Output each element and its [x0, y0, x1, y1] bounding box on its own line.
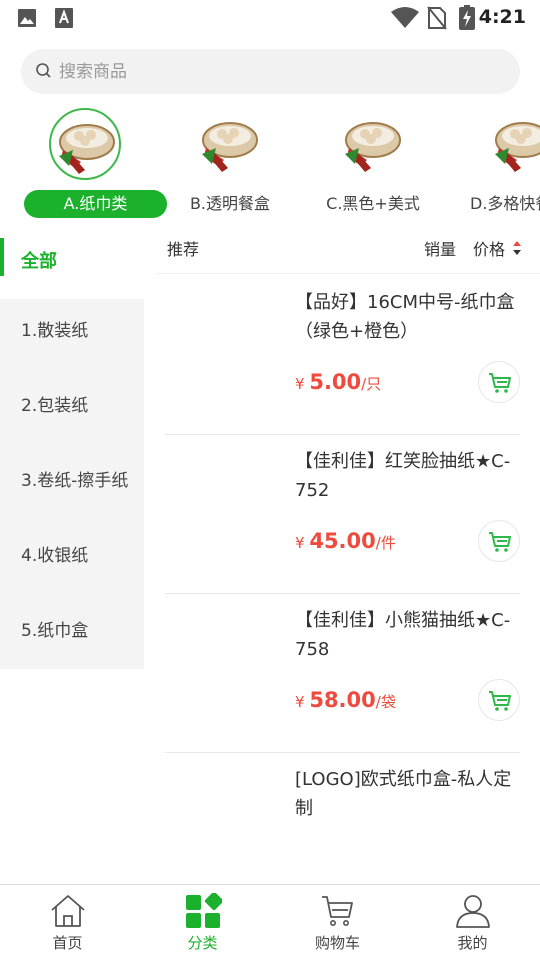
tab-label: 首页 — [52, 934, 83, 952]
sidebar-item-receipt-paper[interactable]: 4.收银纸 — [0, 519, 144, 594]
sort-sales[interactable]: 销量 — [424, 236, 456, 260]
sidebar-item-bulk-paper[interactable]: 1.散装纸 — [0, 294, 144, 369]
tab-category[interactable]: 分类 — [135, 885, 270, 961]
product-item[interactable]: 【佳利佳】红笑脸抽纸★C-752 ¥ 45.00/件 — [165, 435, 520, 594]
price-value: 58.00 — [309, 688, 376, 712]
product-name[interactable]: 【佳利佳】红笑脸抽纸★C-752 — [295, 447, 523, 505]
product-price: ¥ 58.00/袋 — [295, 688, 396, 712]
category-image — [337, 108, 409, 180]
tab-label: 我的 — [457, 934, 488, 952]
category-image — [49, 108, 121, 180]
tab-label: 分类 — [187, 934, 218, 952]
tab-home[interactable]: 首页 — [0, 885, 135, 961]
user-icon — [455, 895, 490, 928]
battery-charging-icon — [459, 5, 475, 34]
product-item[interactable]: 【品好】16CM中号-纸巾盒（绿色+橙色） ¥ 5.00/只 — [165, 276, 520, 435]
bottom-tab-bar: 首页 分类 购物车 我的 — [0, 884, 540, 960]
product-price: ¥ 45.00/件 — [295, 529, 396, 553]
price-currency: ¥ — [295, 693, 305, 711]
cart-icon — [489, 691, 511, 711]
status-bar: 4:21 — [0, 0, 540, 36]
category-strip[interactable]: A.纸巾类 B.透明餐盒 C.黑色+美式 D.多格快餐 — [0, 104, 540, 222]
sort-price[interactable]: 价格 — [473, 236, 505, 260]
category-item-a[interactable]: A.纸巾类 — [10, 104, 167, 222]
no-sim-icon — [427, 6, 447, 34]
cart-icon — [321, 896, 353, 926]
sidebar-item-roll-paper[interactable]: 3.卷纸-擦手纸 — [0, 444, 144, 519]
price-unit: /只 — [361, 375, 382, 393]
tab-cart[interactable]: 购物车 — [270, 885, 405, 961]
category-label: C.黑色+美式 — [326, 194, 420, 213]
sort-arrows-icon[interactable] — [512, 238, 522, 262]
add-to-cart-button[interactable] — [478, 361, 520, 403]
product-name[interactable]: 【品好】16CM中号-纸巾盒（绿色+橙色） — [295, 288, 523, 346]
sort-header: 推荐 销量 价格 — [157, 224, 540, 274]
category-label: D.多格快餐 — [470, 194, 540, 213]
category-icon — [185, 893, 222, 928]
sort-recommend[interactable]: 推荐 — [167, 236, 199, 260]
category-item-b[interactable]: B.透明餐盒 — [155, 104, 305, 222]
price-value: 5.00 — [309, 370, 362, 394]
wifi-icon — [391, 7, 419, 33]
status-time: 4:21 — [478, 6, 526, 28]
price-unit: /件 — [375, 534, 396, 552]
tab-label: 购物车 — [314, 934, 360, 952]
category-label: A.纸巾类 — [24, 190, 167, 218]
cart-icon — [489, 532, 511, 552]
category-label: B.透明餐盒 — [189, 194, 271, 213]
search-icon — [35, 62, 53, 84]
price-currency: ¥ — [295, 375, 305, 393]
price-currency: ¥ — [295, 534, 305, 552]
search-bar[interactable] — [21, 49, 520, 94]
product-name[interactable]: [LOGO]欧式纸巾盒-私人定制 — [295, 765, 523, 823]
category-image — [487, 108, 540, 180]
sidebar-item-all[interactable]: 全部 — [0, 224, 144, 299]
product-price: ¥ 5.00/只 — [295, 370, 381, 394]
image-notification-icon — [17, 8, 37, 32]
sidebar: 全部 1.散装纸 2.包装纸 3.卷纸-擦手纸 4.收银纸 5.纸巾盒 — [0, 224, 144, 669]
sidebar-item-tissue-box[interactable]: 5.纸巾盒 — [0, 594, 144, 669]
search-input[interactable] — [59, 49, 499, 94]
price-value: 45.00 — [309, 529, 376, 553]
category-item-c[interactable]: C.黑色+美式 — [298, 104, 448, 222]
category-item-d[interactable]: D.多格快餐 — [448, 104, 540, 222]
product-name[interactable]: 【佳利佳】小熊猫抽纸★C-758 — [295, 606, 523, 664]
price-unit: /袋 — [375, 693, 396, 711]
add-to-cart-button[interactable] — [478, 679, 520, 721]
add-to-cart-button[interactable] — [478, 520, 520, 562]
tab-me[interactable]: 我的 — [405, 885, 540, 961]
home-icon — [50, 895, 85, 927]
cart-icon — [489, 373, 511, 393]
sidebar-item-packaged-paper[interactable]: 2.包装纸 — [0, 369, 144, 444]
product-item[interactable]: 【佳利佳】小熊猫抽纸★C-758 ¥ 58.00/袋 — [165, 594, 520, 753]
font-notification-icon — [55, 8, 73, 32]
category-image — [194, 108, 266, 180]
